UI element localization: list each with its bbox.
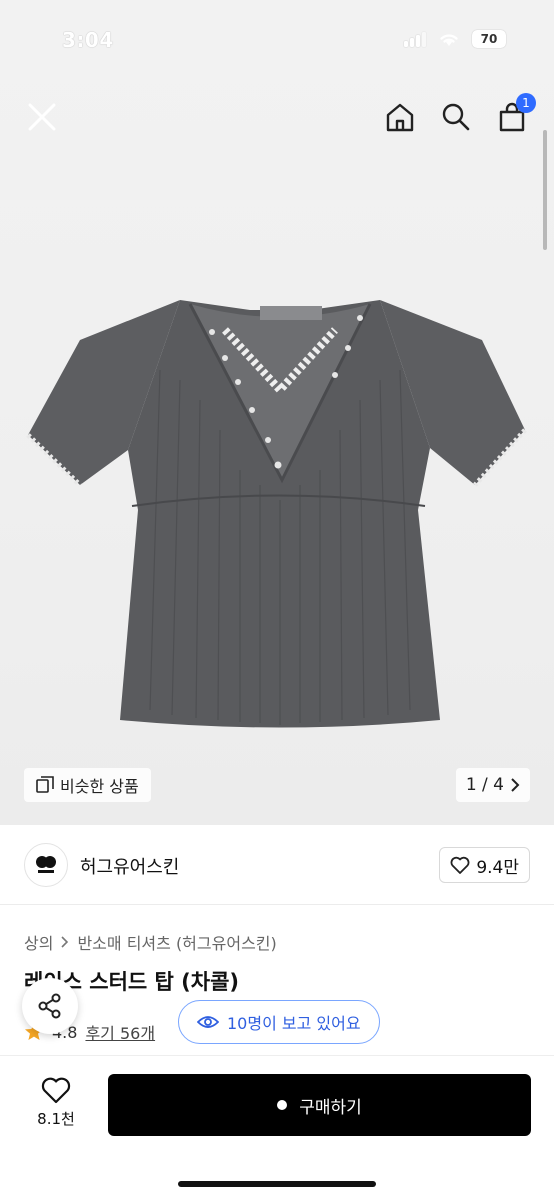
home-button[interactable] — [382, 97, 418, 137]
share-button[interactable] — [22, 978, 78, 1034]
heart-icon — [450, 856, 470, 874]
brand-logo — [24, 843, 68, 887]
similar-products-label: 비슷한 상품 — [60, 777, 139, 796]
home-indicator — [178, 1181, 376, 1187]
bottom-action-bar: 8.1천 구매하기 — [0, 1055, 554, 1200]
viewers-pill: 10명이 보고 있어요 — [178, 1000, 380, 1044]
brand-logo-mark — [36, 856, 56, 873]
viewers-text: 10명이 보고 있어요 — [227, 1014, 361, 1033]
product-image-carousel[interactable]: 3:04 70 1 비슷한 상품 1 / 4 — [0, 0, 554, 825]
brand-name[interactable]: 허그유어스킨 — [80, 853, 179, 879]
chevron-right-icon — [61, 936, 69, 948]
status-bar: 3:04 70 — [0, 0, 554, 80]
signal-icon — [404, 31, 426, 47]
brand-like-count: 9.4만 — [476, 857, 519, 878]
reviews-link[interactable]: 후기 56개 — [85, 1020, 155, 1044]
cart-count-badge: 1 — [516, 93, 536, 113]
wifi-icon — [440, 34, 458, 46]
product-photo — [26, 300, 527, 728]
wishlist-count: 8.1천 — [37, 1110, 75, 1128]
wishlist-button[interactable]: 8.1천 — [26, 1076, 86, 1129]
buy-button-label: 구매하기 — [299, 1097, 362, 1118]
image-pager[interactable]: 1 / 4 — [455, 768, 530, 802]
close-button[interactable] — [22, 97, 62, 137]
battery-icon: 70 — [472, 30, 506, 48]
copy-icon — [36, 776, 54, 793]
scrollbar[interactable] — [543, 130, 547, 250]
breadcrumb: 상의 반소매 티셔츠 (허그유어스킨) — [24, 930, 277, 954]
home-icon — [386, 103, 414, 132]
brand-row[interactable]: 허그유어스킨 9.4만 — [0, 825, 554, 905]
eye-icon — [197, 1016, 219, 1028]
similar-products-button[interactable]: 비슷한 상품 — [24, 768, 151, 802]
breadcrumb-category[interactable]: 상의 — [24, 930, 53, 954]
breadcrumb-subcategory[interactable]: 반소매 티셔츠 (허그유어스킨) — [77, 930, 276, 954]
search-button[interactable] — [438, 97, 474, 137]
buy-button[interactable]: 구매하기 — [108, 1074, 531, 1136]
cart-button[interactable]: 1 — [494, 93, 536, 137]
chevron-right-icon — [511, 778, 520, 792]
close-icon — [28, 103, 56, 131]
heart-icon — [41, 1077, 71, 1104]
dot-icon — [277, 1100, 288, 1110]
brand-like-button[interactable]: 9.4만 — [439, 847, 530, 883]
share-icon — [38, 993, 61, 1019]
status-time: 3:04 — [62, 28, 114, 52]
status-icons: 70 — [404, 30, 506, 48]
nav-actions: 1 — [382, 93, 536, 137]
pager-label: 1 / 4 — [465, 775, 504, 795]
top-nav: 1 — [0, 93, 554, 145]
search-icon — [442, 103, 470, 131]
